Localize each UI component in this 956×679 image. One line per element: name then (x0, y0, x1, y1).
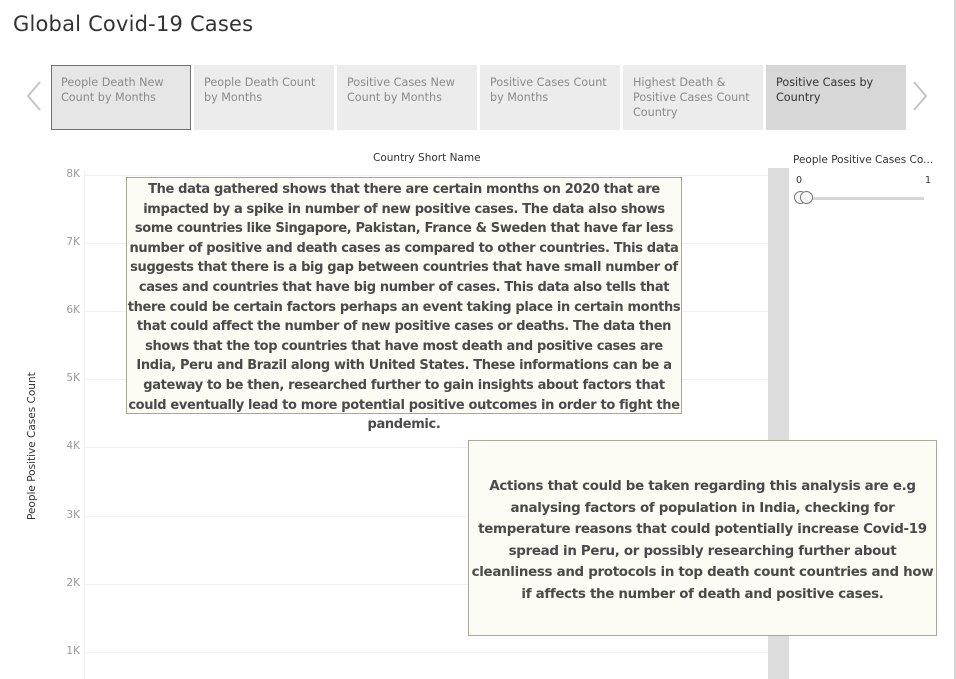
y-tick-label: 2K (66, 576, 80, 589)
dashboard: Global Covid-19 Cases People Death New C… (0, 0, 956, 679)
tab-label: People Death New Count by Months (61, 76, 164, 104)
y-tick-label: 8K (66, 168, 80, 180)
tab-highest-death-positive-country[interactable]: Highest Death & Positive Cases Count Cou… (623, 65, 763, 130)
actions-annotation: Actions that could be taken regarding th… (468, 440, 937, 636)
tab-people-death-new-count[interactable]: People Death New Count by Months (51, 65, 191, 130)
range-slider-max-handle[interactable] (800, 191, 813, 204)
y-tick-label: 7K (66, 236, 80, 249)
dashboard-title: Global Covid-19 Cases (13, 12, 254, 36)
y-tick-label: 6K (66, 304, 80, 317)
filter-min-label: 0 (796, 175, 803, 186)
column-header: Country Short Name (373, 152, 481, 164)
y-tick-label: 5K (66, 372, 80, 385)
y-tick-label: 4K (66, 440, 80, 453)
y-tick-label: 3K (66, 508, 80, 521)
tab-label: Positive Cases New Count by Months (347, 76, 455, 104)
chevron-right-icon[interactable] (911, 80, 929, 112)
filter-max-label: 1 (925, 175, 932, 186)
tab-label: Positive Cases by Country (776, 76, 874, 104)
insights-annotation: The data gathered shows that there are c… (126, 177, 682, 432)
chevron-left-icon[interactable] (25, 80, 43, 112)
filter-title: People Positive Cases Co... (793, 154, 934, 166)
tab-people-death-count[interactable]: People Death Count by Months (194, 65, 334, 130)
tab-positive-cases-new-count[interactable]: Positive Cases New Count by Months (337, 65, 477, 130)
range-slider-track[interactable] (803, 197, 924, 200)
y-axis-title: People Positive Cases Count (26, 372, 38, 520)
gridline (85, 651, 769, 653)
story-tabs: People Death New Count by Months People … (51, 65, 909, 130)
y-tick-label: 1K (66, 644, 80, 657)
gridline (85, 175, 769, 176)
tab-positive-cases-by-country[interactable]: Positive Cases by Country (766, 65, 906, 130)
tab-label: People Death Count by Months (204, 76, 316, 104)
tab-positive-cases-count[interactable]: Positive Cases Count by Months (480, 65, 620, 130)
tab-label: Positive Cases Count by Months (490, 76, 607, 104)
tab-label: Highest Death & Positive Cases Count Cou… (633, 76, 750, 119)
